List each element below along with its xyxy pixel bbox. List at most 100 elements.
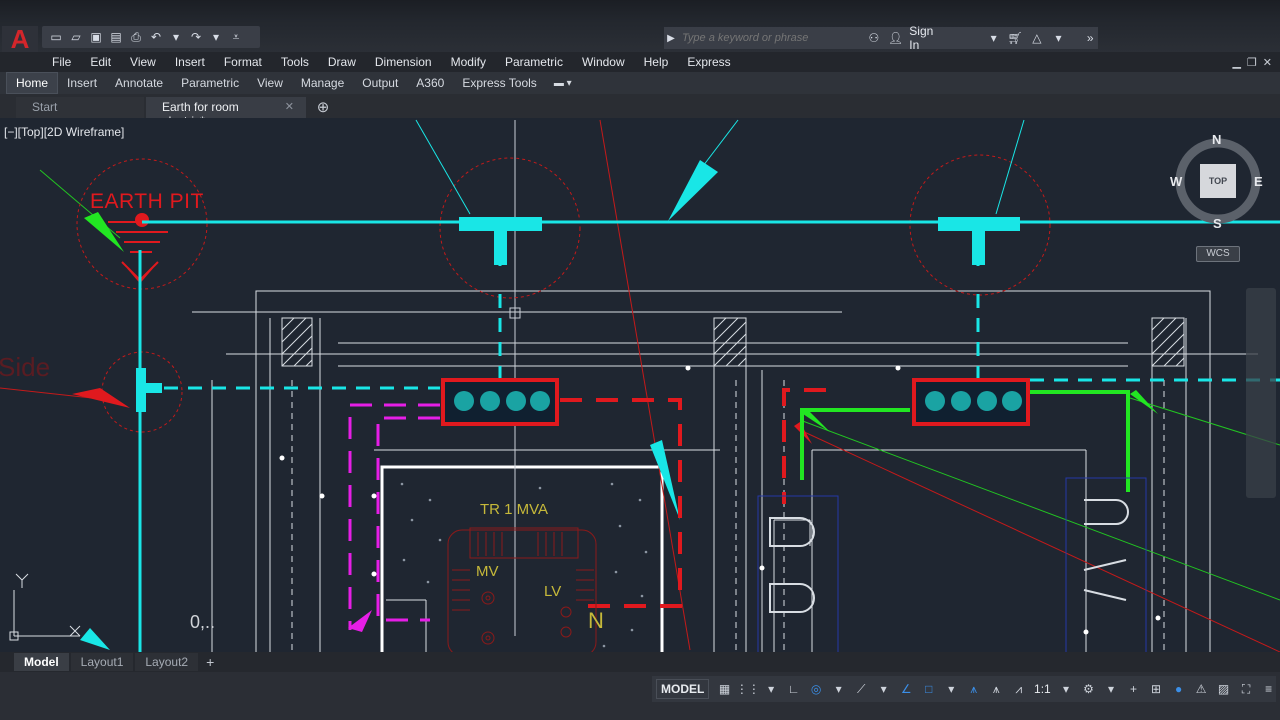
green-leader-line-2 [799, 419, 1280, 601]
add-layout-icon[interactable]: + [206, 654, 214, 670]
menu-parametric[interactable]: Parametric [505, 55, 563, 69]
customization-icon[interactable]: ≡ [1261, 681, 1276, 697]
new-tab-button[interactable]: ⊕ [312, 98, 334, 118]
menu-window[interactable]: Window [582, 55, 625, 69]
print-icon[interactable]: ⎙ [128, 29, 144, 45]
isodraft-icon[interactable]: ⟋ [854, 681, 869, 697]
units-icon[interactable]: ⊞ [1149, 681, 1164, 697]
workspace-gear-icon[interactable]: ⚙ [1081, 681, 1096, 697]
tab-drawing[interactable]: Earth for room electric* ✕ [146, 97, 306, 128]
transformer-room [380, 465, 664, 652]
save-icon[interactable]: ▣ [88, 29, 104, 45]
compass-south[interactable]: S [1213, 216, 1222, 231]
exchange-icon[interactable]: △ [1029, 30, 1045, 46]
customize-toolbar-icon[interactable]: ⩡ [228, 29, 244, 45]
minimize-icon[interactable]: ▁ [1232, 56, 1240, 69]
scale-dropdown-icon[interactable]: ▾ [1059, 681, 1074, 697]
tab-a360[interactable]: A360 [407, 73, 453, 93]
earth-bar-left [441, 378, 559, 426]
user-icon[interactable]: 👤︎ [888, 30, 904, 46]
red-cable-route [560, 388, 826, 608]
tab-view[interactable]: View [248, 73, 292, 93]
new-file-icon[interactable]: ▭ [48, 29, 64, 45]
cart-icon[interactable]: 🛒︎ [1007, 30, 1023, 46]
tab-output[interactable]: Output [353, 73, 407, 93]
hardware-acceleration-icon[interactable]: ⚠ [1194, 681, 1209, 697]
object-snap-dropdown-icon[interactable]: ▾ [944, 681, 959, 697]
menu-tools[interactable]: Tools [281, 55, 309, 69]
redo-dropdown-icon[interactable]: ▾ [208, 29, 224, 45]
annotation-visibility-icon[interactable]: ⩚ [967, 681, 982, 697]
navigation-bar[interactable] [1246, 288, 1276, 498]
tab-insert[interactable]: Insert [58, 73, 106, 93]
viewcube[interactable]: N S E W TOP WCS [1170, 128, 1270, 268]
compass-east[interactable]: E [1254, 174, 1263, 189]
clean-screen-icon[interactable]: ▨ [1216, 681, 1231, 697]
tab-annotate[interactable]: Annotate [106, 73, 172, 93]
undo-dropdown-icon[interactable]: ▾ [168, 29, 184, 45]
fullscreen-icon[interactable]: ⛶ [1239, 681, 1254, 697]
compass-north[interactable]: N [1212, 132, 1221, 147]
open-folder-icon[interactable]: ▱ [68, 29, 84, 45]
ortho-icon[interactable]: ∟ [786, 681, 801, 697]
tab-home[interactable]: Home [6, 72, 59, 94]
exchange-dropdown-icon[interactable]: ▾ [1051, 30, 1067, 46]
db-panels [757, 477, 1147, 652]
binoculars-icon[interactable]: ⚇ [866, 30, 882, 46]
isolate-objects-icon[interactable]: ● [1171, 681, 1186, 697]
restore-icon[interactable]: ❐ [1247, 56, 1257, 69]
drawing-canvas[interactable]: Side [−][Top][2D Wireframe] EARTH PIT TR… [0, 118, 1280, 652]
snap-dropdown-icon[interactable]: ▾ [764, 681, 779, 697]
menu-modify[interactable]: Modify [451, 55, 486, 69]
status-bar: MODEL ▦ ⋮⋮ ▾ ∟ ◎ ▾ ⟋ ▾ ∠ □ ▾ ⩚ ⩚ ⩘ 1:1 ▾… [0, 672, 1280, 720]
polar-tracking-icon[interactable]: ◎ [809, 681, 824, 697]
workspace-dropdown-icon[interactable]: ▾ [1104, 681, 1119, 697]
menu-format[interactable]: Format [224, 55, 262, 69]
search-input[interactable] [678, 29, 860, 47]
menu-file[interactable]: File [52, 55, 71, 69]
compass-west[interactable]: W [1170, 174, 1182, 189]
sign-in-link[interactable]: Sign In [909, 24, 946, 52]
annotation-monitor-icon[interactable]: + [1126, 681, 1141, 697]
expand-search-icon[interactable]: ▶ [664, 33, 678, 44]
annotation-scale-value[interactable]: 1:1 [1034, 682, 1051, 696]
annotation-scale-icon[interactable]: ⩘ [1012, 681, 1027, 697]
sign-in-dropdown-icon[interactable]: ▾ [986, 30, 1002, 46]
hatched-columns [281, 317, 1185, 367]
grid-icon[interactable]: ▦ [717, 681, 732, 697]
object-snap-tracking-icon[interactable]: ∠ [899, 681, 914, 697]
transformer-label: TR 1 MVA [480, 501, 549, 518]
undo-icon[interactable]: ↶ [148, 29, 164, 45]
help-expand-icon[interactable]: » [1082, 30, 1098, 46]
ribbon-toggle-icon[interactable]: ▬ ▾ [554, 78, 572, 89]
application-menu-button[interactable]: A [2, 26, 38, 52]
tab-manage[interactable]: Manage [292, 73, 353, 93]
tab-layout2[interactable]: Layout2 [135, 653, 199, 671]
tab-start[interactable]: Start [16, 97, 144, 118]
close-tab-icon[interactable]: ✕ [285, 100, 294, 113]
menu-help[interactable]: Help [644, 55, 669, 69]
wcs-button[interactable]: WCS [1196, 246, 1240, 262]
model-space-button[interactable]: MODEL [656, 679, 710, 699]
save-as-icon[interactable]: ▤ [108, 29, 124, 45]
earth-bus-lines [138, 220, 1280, 652]
redo-icon[interactable]: ↷ [188, 29, 204, 45]
tab-parametric[interactable]: Parametric [172, 73, 248, 93]
menu-insert[interactable]: Insert [175, 55, 205, 69]
object-snap-icon[interactable]: □ [921, 681, 936, 697]
viewport-controls[interactable]: [−][Top][2D Wireframe] [4, 125, 124, 139]
polar-dropdown-icon[interactable]: ▾ [831, 681, 846, 697]
tab-layout1[interactable]: Layout1 [70, 653, 134, 671]
menu-express[interactable]: Express [687, 55, 730, 69]
menu-dimension[interactable]: Dimension [375, 55, 432, 69]
viewcube-top-face[interactable]: TOP [1200, 164, 1236, 198]
tab-express-tools[interactable]: Express Tools [453, 73, 545, 93]
tab-model[interactable]: Model [14, 653, 69, 671]
snap-icon[interactable]: ⋮⋮ [736, 681, 760, 697]
menu-view[interactable]: View [130, 55, 156, 69]
menu-draw[interactable]: Draw [328, 55, 356, 69]
menu-edit[interactable]: Edit [90, 55, 111, 69]
auto-scale-icon[interactable]: ⩚ [989, 681, 1004, 697]
isodraft-dropdown-icon[interactable]: ▾ [876, 681, 891, 697]
close-icon[interactable]: ✕ [1263, 56, 1272, 69]
